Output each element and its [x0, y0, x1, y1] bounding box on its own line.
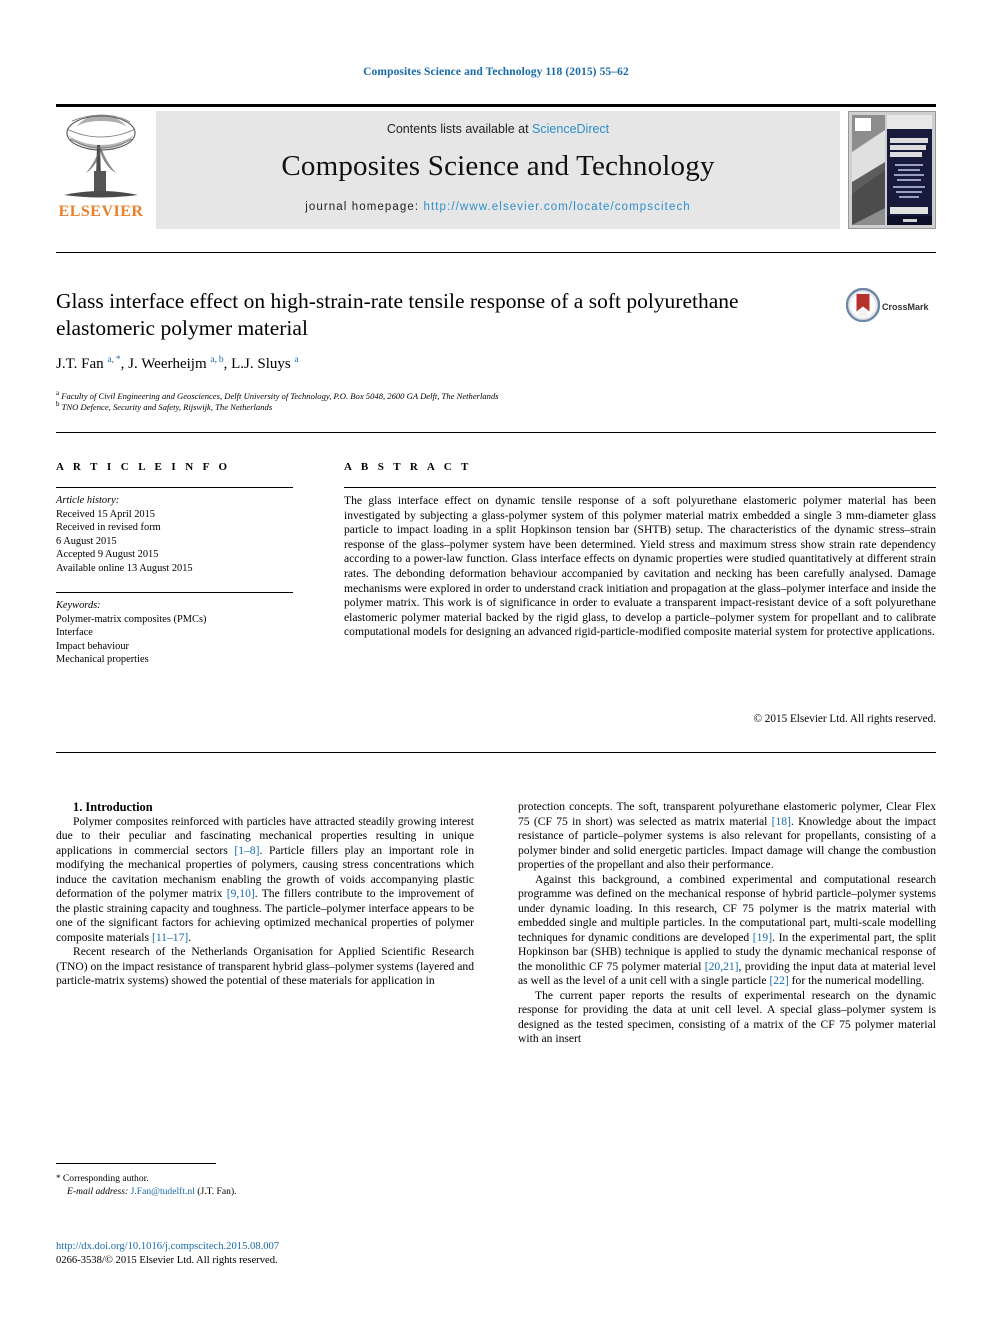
keyword-item: Interface	[56, 627, 93, 639]
keywords-rule	[56, 592, 293, 593]
section-title-introduction: 1. Introduction	[73, 800, 153, 814]
journal-homepage-line: journal homepage: http://www.elsevier.co…	[156, 201, 840, 213]
citation-ref[interactable]: [18]	[772, 815, 791, 828]
article-info-heading: A R T I C L E I N F O	[56, 461, 231, 473]
citation-ref[interactable]: [22]	[769, 974, 788, 987]
masthead-center: Contents lists available at ScienceDirec…	[156, 111, 840, 229]
paper-page: Composites Science and Technology 118 (2…	[0, 0, 992, 1323]
elsevier-wordmark: ELSEVIER	[58, 203, 144, 220]
journal-title: Composites Science and Technology	[281, 150, 715, 182]
crossmark-icon	[845, 287, 881, 323]
citation-ref[interactable]: [1–8]	[234, 844, 259, 857]
elsevier-logo: ELSEVIER	[56, 111, 146, 229]
keywords-block: Keywords: Polymer-matrix composites (PMC…	[56, 599, 296, 667]
crossmark-badge[interactable]: CrossMark	[845, 287, 938, 330]
citation-ref[interactable]: [11–17]	[152, 931, 188, 944]
abstract-rule	[344, 487, 936, 488]
body-column-left: 1. Introduction Polymer composites reinf…	[56, 800, 474, 989]
history-item: Received in revised form	[56, 522, 161, 534]
running-head: Composites Science and Technology 118 (2…	[363, 66, 629, 78]
paragraph: Polymer composites reinforced with parti…	[56, 814, 475, 944]
crossmark-label: CrossMark	[882, 302, 929, 312]
footnote-block: * Corresponding author. E-mail address: …	[56, 1172, 476, 1198]
citation-ref[interactable]: [19]	[753, 931, 772, 944]
paragraph: protection concepts. The soft, transpare…	[518, 800, 936, 871]
corresponding-marker: *	[56, 1173, 61, 1183]
keyword-item: Polymer-matrix composites (PMCs)	[56, 613, 207, 625]
article-history-label: Article history:	[56, 495, 120, 506]
infoband-bottom-rule	[56, 752, 936, 753]
page-title: Glass interface effect on high-strain-ra…	[56, 289, 739, 340]
article-info-rule	[56, 487, 293, 488]
email-owner: (J.T. Fan).	[197, 1185, 237, 1197]
body-column-right: protection concepts. The soft, transpare…	[518, 800, 936, 1047]
contents-prefix: Contents lists available at	[386, 122, 533, 136]
history-item: Received 15 April 2015	[56, 508, 155, 520]
sciencedirect-link[interactable]: ScienceDirect	[532, 122, 609, 136]
abstract-copyright: © 2015 Elsevier Ltd. All rights reserved…	[753, 713, 937, 725]
abstract-heading: A B S T R A C T	[344, 461, 472, 473]
homepage-url[interactable]: http://www.elsevier.com/locate/compscite…	[423, 201, 690, 213]
keyword-item: Mechanical properties	[56, 654, 149, 666]
keyword-item: Impact behaviour	[56, 640, 129, 652]
history-item: Accepted 9 August 2015	[56, 549, 159, 561]
citation-ref[interactable]: [9,10]	[227, 887, 255, 900]
email-link[interactable]: J.Fan@tudelft.nl	[131, 1186, 195, 1197]
affiliation-b: b TNO Defence, Security and Safety, Rijs…	[56, 400, 273, 412]
journal-masthead: ELSEVIER Contents lists available at Sci…	[56, 104, 936, 229]
email-line: E-mail address: J.Fan@tudelft.nl (J.T. F…	[56, 1186, 476, 1199]
corresponding-text: Corresponding author.	[62, 1173, 149, 1184]
paragraph: Recent research of the Netherlands Organ…	[56, 945, 474, 987]
history-item: 6 August 2015	[56, 535, 117, 547]
history-item: Available online 13 August 2015	[56, 562, 193, 574]
title-divider-rule	[56, 252, 936, 253]
doi-block: http://dx.doi.org/10.1016/j.compscitech.…	[56, 1240, 486, 1268]
doi-link[interactable]: http://dx.doi.org/10.1016/j.compscitech.…	[56, 1240, 486, 1254]
homepage-label: journal homepage:	[305, 201, 420, 213]
affiliation-b-text: TNO Defence, Security and Safety, Rijswi…	[61, 401, 273, 412]
corresponding-author-line: * Corresponding author.	[56, 1172, 476, 1186]
paragraph: Against this background, a combined expe…	[518, 872, 936, 988]
infoband-top-rule	[56, 432, 936, 433]
issn-copyright-line: 0266-3538/© 2015 Elsevier Ltd. All right…	[56, 1255, 278, 1266]
citation-ref[interactable]: [20,21]	[705, 960, 739, 973]
email-label: E-mail address:	[67, 1185, 129, 1197]
footnote-rule	[56, 1163, 216, 1164]
journal-cover-thumbnail	[848, 111, 936, 229]
article-history-block: Article history: Received 15 April 2015 …	[56, 494, 296, 576]
author-list: J.T. Fan a, *, J. Weerheijm a, b, L.J. S…	[56, 355, 299, 372]
contents-available-line: Contents lists available at ScienceDirec…	[156, 111, 840, 136]
keywords-label: Keywords:	[56, 600, 101, 611]
abstract-text: The glass interface effect on dynamic te…	[344, 494, 936, 639]
paragraph: The current paper reports the results of…	[518, 988, 936, 1046]
